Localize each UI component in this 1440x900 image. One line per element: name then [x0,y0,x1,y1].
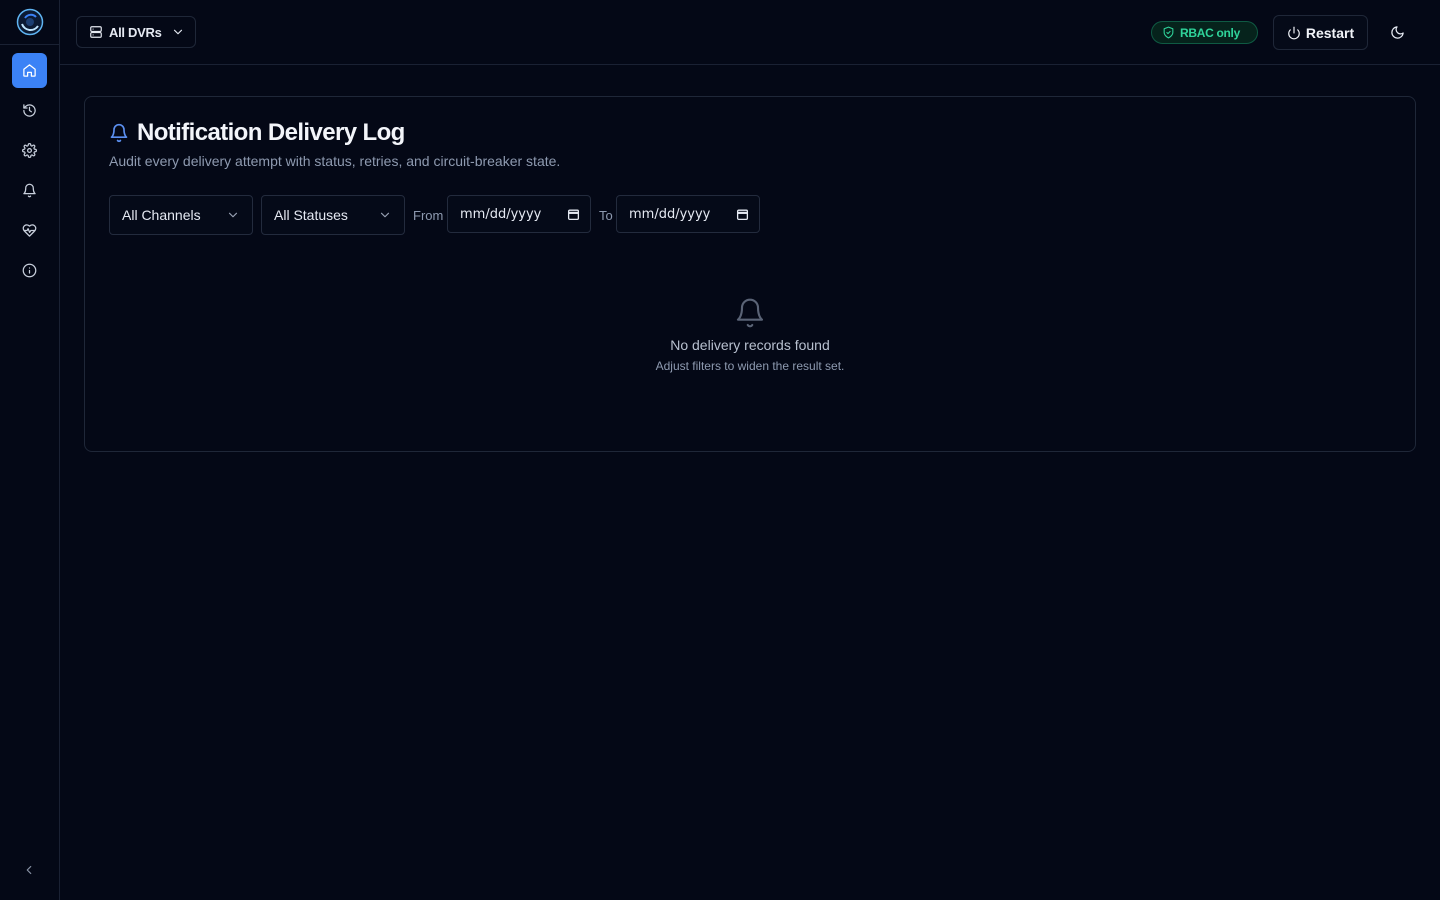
theme-toggle-button[interactable] [1386,21,1408,43]
sidebar-item-home[interactable] [12,53,47,88]
gear-icon [22,143,37,158]
channel-filter-select[interactable]: All Channels [109,195,253,235]
app-logo[interactable] [16,8,44,36]
to-date-label: To [599,208,613,223]
from-date-input[interactable]: mm/dd/yyyy [447,195,591,233]
sidebar-item-history[interactable] [12,93,47,128]
chevron-down-icon [226,208,240,222]
to-date-input[interactable]: mm/dd/yyyy [616,195,760,233]
empty-state: No delivery records found Adjust filters… [85,297,1415,373]
empty-state-title: No delivery records found [670,337,830,353]
collapse-sidebar-button[interactable] [19,860,39,880]
page-header: Notification Delivery Log [109,119,405,147]
bell-icon [23,183,36,198]
restart-button[interactable]: Restart [1273,15,1368,50]
dvr-selector-label: All DVRs [109,24,162,40]
delivery-log-card: Notification Delivery Log Audit every de… [84,96,1416,452]
status-filter-value: All Statuses [274,207,348,223]
shield-check-icon [1163,26,1174,39]
sidebar-item-about[interactable] [12,253,47,288]
from-date-placeholder: mm/dd/yyyy [460,206,542,222]
calendar-icon[interactable] [567,208,580,221]
page-title: Notification Delivery Log [137,119,405,146]
rbac-status-badge: RBAC only [1151,21,1258,44]
server-icon [90,26,102,38]
calendar-icon[interactable] [736,208,749,221]
home-icon [23,64,36,77]
sidebar-divider [0,44,59,45]
chevron-down-icon [378,208,392,222]
to-date-placeholder: mm/dd/yyyy [629,206,711,222]
sidebar [0,0,60,900]
heart-pulse-icon [22,224,37,237]
sidebar-item-notifications[interactable] [12,173,47,208]
chevron-left-icon [26,865,32,875]
topbar: All DVRs RBAC only Restart [60,0,1440,65]
rbac-badge-label: RBAC only [1180,25,1240,40]
page-subtitle: Audit every delivery attempt with status… [109,153,561,169]
from-date-label: From [413,208,444,223]
info-icon [22,263,37,278]
bell-icon [85,297,1415,329]
empty-state-subtitle: Adjust filters to widen the result set. [655,359,845,373]
bell-icon [109,123,129,143]
restart-button-label: Restart [1305,24,1355,41]
moon-icon [1390,25,1404,39]
power-icon [1288,26,1300,39]
dvr-selector[interactable]: All DVRs [76,16,196,48]
history-icon [23,104,36,117]
status-filter-select[interactable]: All Statuses [261,195,405,235]
sidebar-item-health[interactable] [12,213,47,248]
chevron-down-icon [171,25,185,39]
sidebar-item-settings[interactable] [12,133,47,168]
channel-filter-value: All Channels [122,207,201,223]
